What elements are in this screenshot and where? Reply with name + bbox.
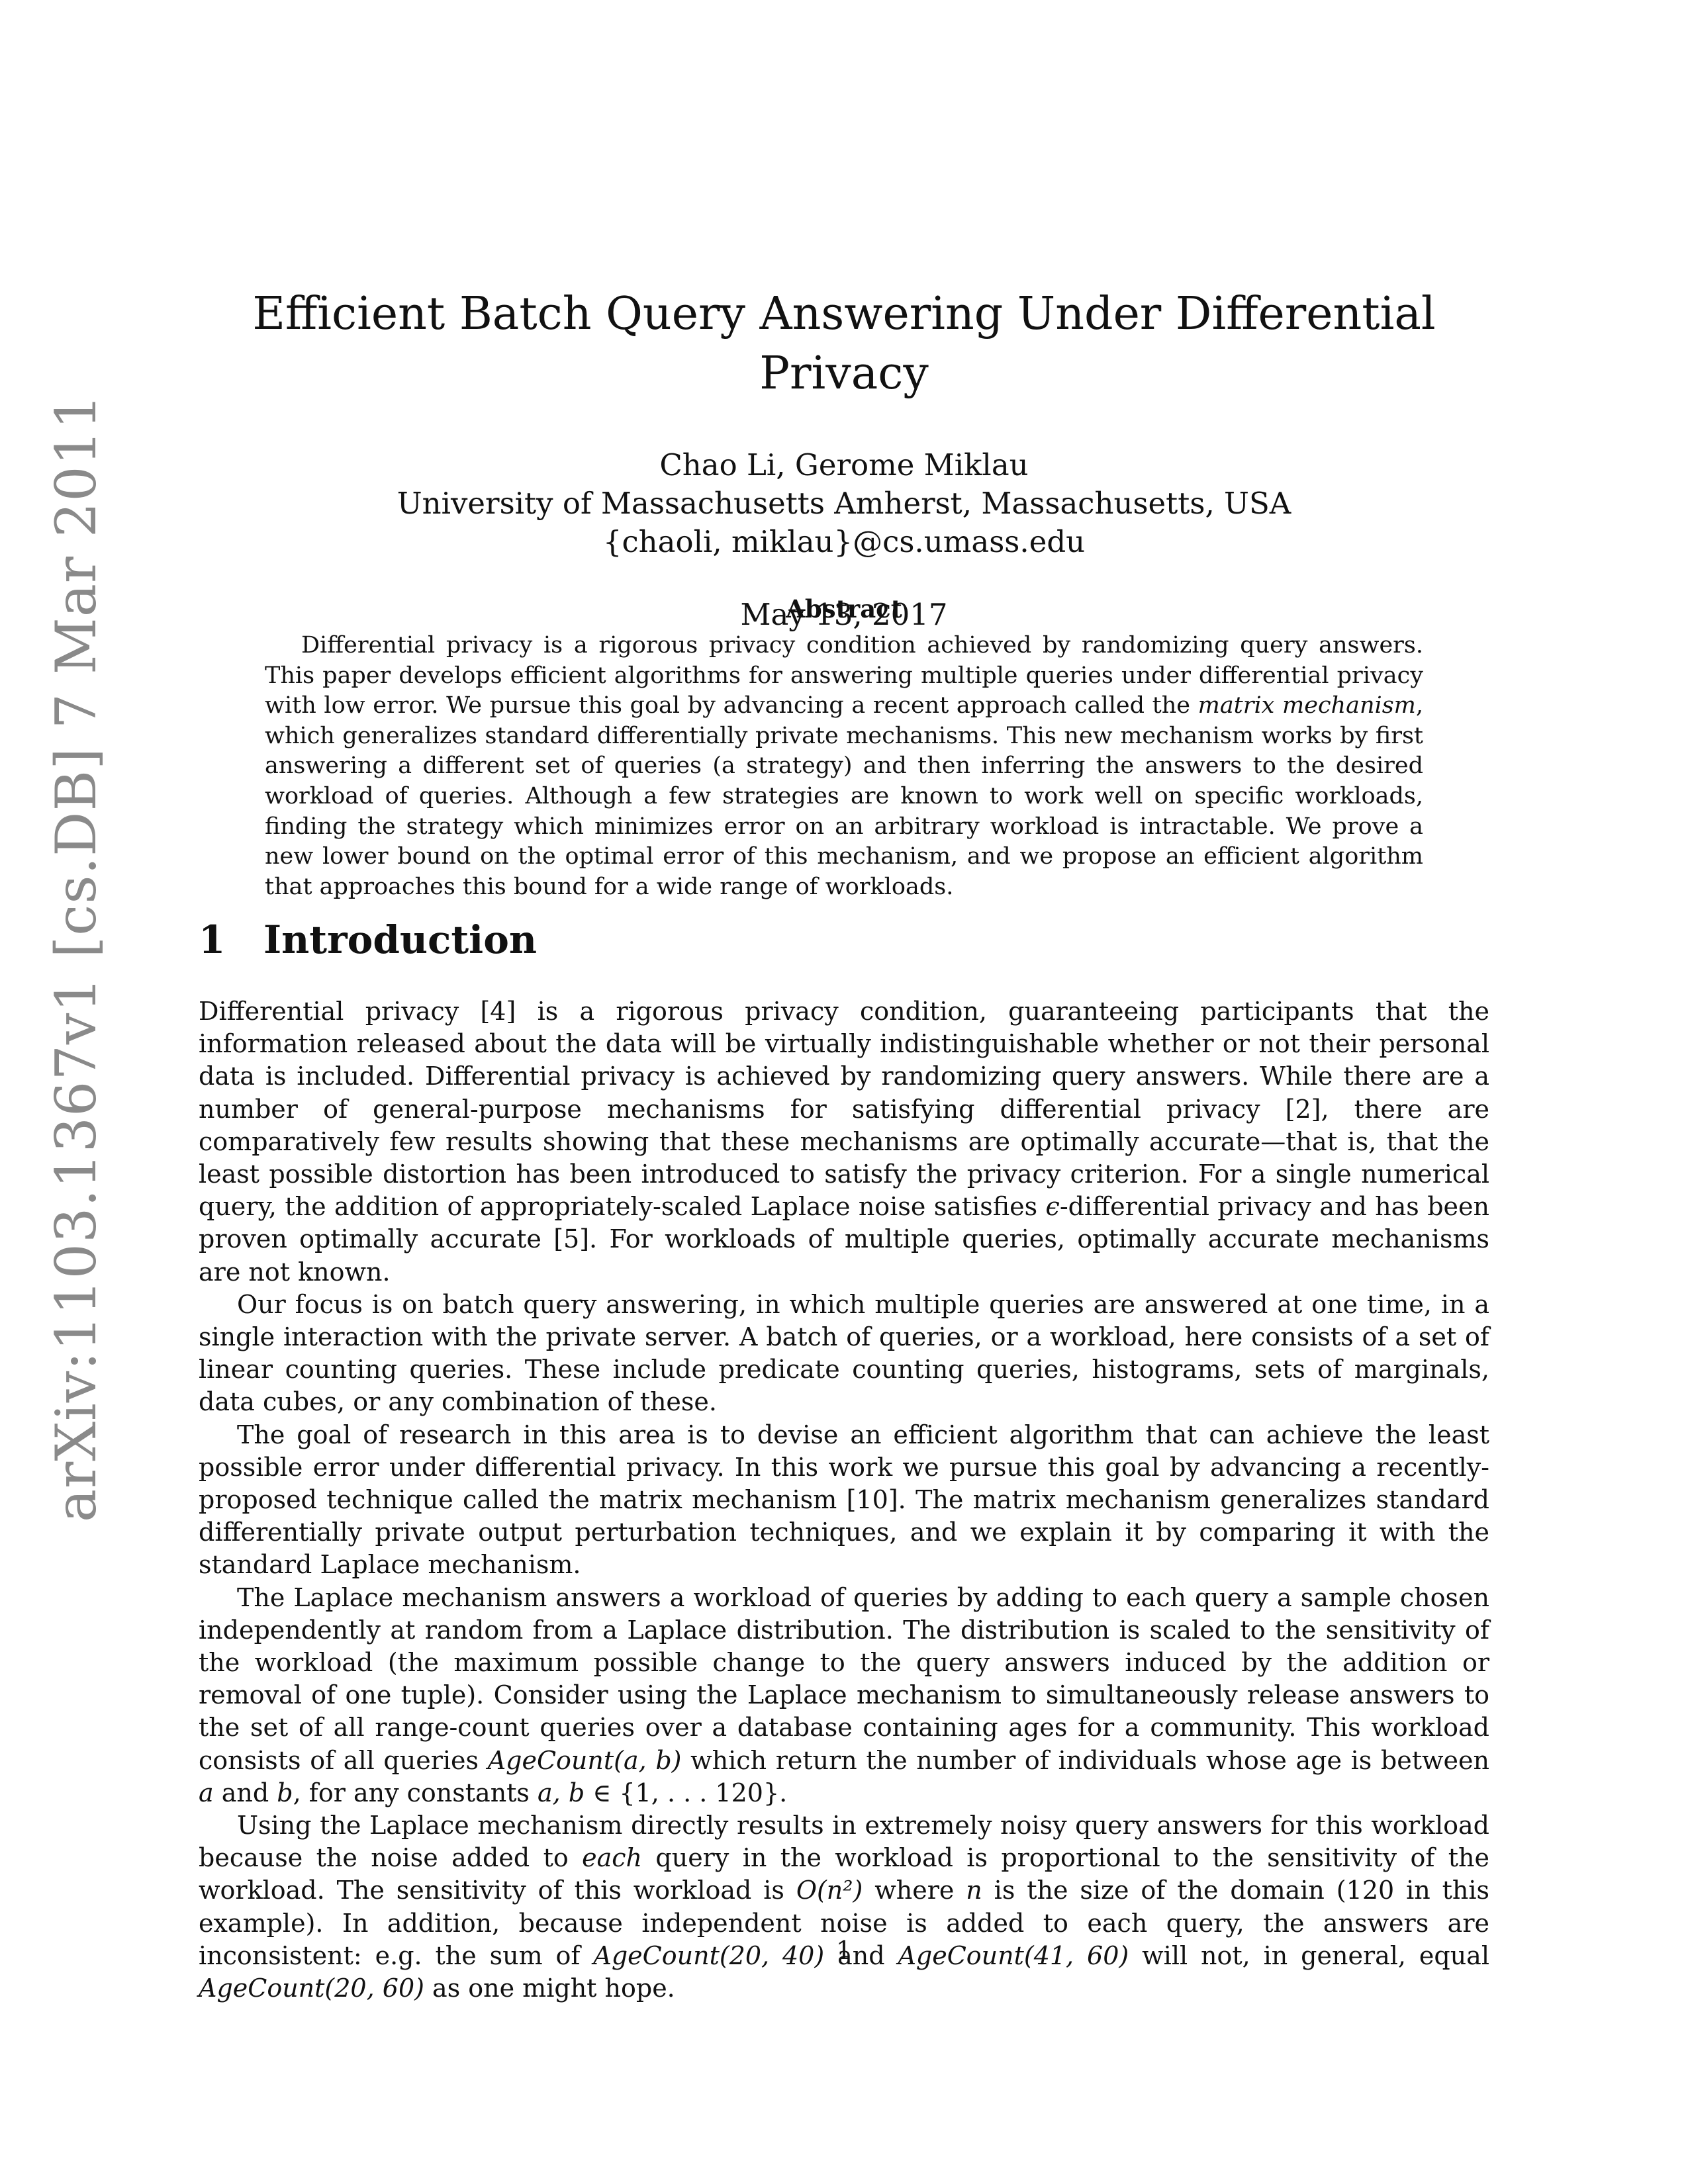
math-var-n: n (966, 1876, 982, 1905)
paragraph-3: The goal of research in this area is to … (199, 1420, 1489, 1580)
paper-page: arXiv:1103.1367v1 [cs.DB] 7 Mar 2011 Eff… (0, 0, 1688, 2184)
page-number: 1 (835, 1936, 853, 1965)
math-var-b: b (277, 1778, 293, 1807)
emphasis-each: each (582, 1843, 643, 1873)
paper-title: Efficient Batch Query Answering Under Di… (252, 288, 1436, 400)
paragraph-1: Differential privacy [4] is a rigorous p… (199, 997, 1489, 1287)
epsilon-symbol: ϵ (1045, 1192, 1060, 1222)
paragraph-4: The Laplace mechanism answers a workload… (199, 1582, 1489, 1807)
paragraph-5: Using the Laplace mechanism directly res… (199, 1811, 1490, 2003)
math-var-ab: a, b (538, 1778, 585, 1807)
abstract-emphasis: matrix mechanism (1197, 692, 1416, 719)
arxiv-identifier: arXiv:1103.1367v1 [cs.DB] 7 Mar 2011 (44, 393, 109, 1522)
math-agecount-ab: AgeCount(a, b) (487, 1745, 682, 1775)
math-agecount-20-60: AgeCount(20, 60) (199, 1974, 424, 2003)
abstract: Abstract Differential privacy is a rigor… (265, 592, 1423, 902)
abstract-heading: Abstract (786, 594, 902, 623)
author-block: Chao Li, Gerome Miklau University of Mas… (199, 446, 1489, 561)
abstract-text: Differential privacy is a rigorous priva… (265, 632, 1423, 900)
author-affiliation: University of Massachusetts Amherst, Mas… (397, 486, 1291, 521)
author-names: Chao Li, Gerome Miklau (659, 447, 1029, 482)
paragraph-2: Our focus is on batch query answering, i… (199, 1289, 1489, 1417)
author-email: {chaoli, miklau}@cs.umass.edu (602, 524, 1086, 559)
section-number: 1 (199, 917, 226, 962)
section-heading: 1 Introduction (199, 913, 1489, 966)
math-big-o: O(n²) (796, 1876, 863, 1905)
math-var-a: a (199, 1778, 214, 1807)
paper-header: Efficient Batch Query Answering Under Di… (199, 285, 1489, 634)
section-title: Introduction (263, 917, 538, 962)
section-introduction: 1 Introduction Differential privacy [4] i… (199, 913, 1489, 2005)
